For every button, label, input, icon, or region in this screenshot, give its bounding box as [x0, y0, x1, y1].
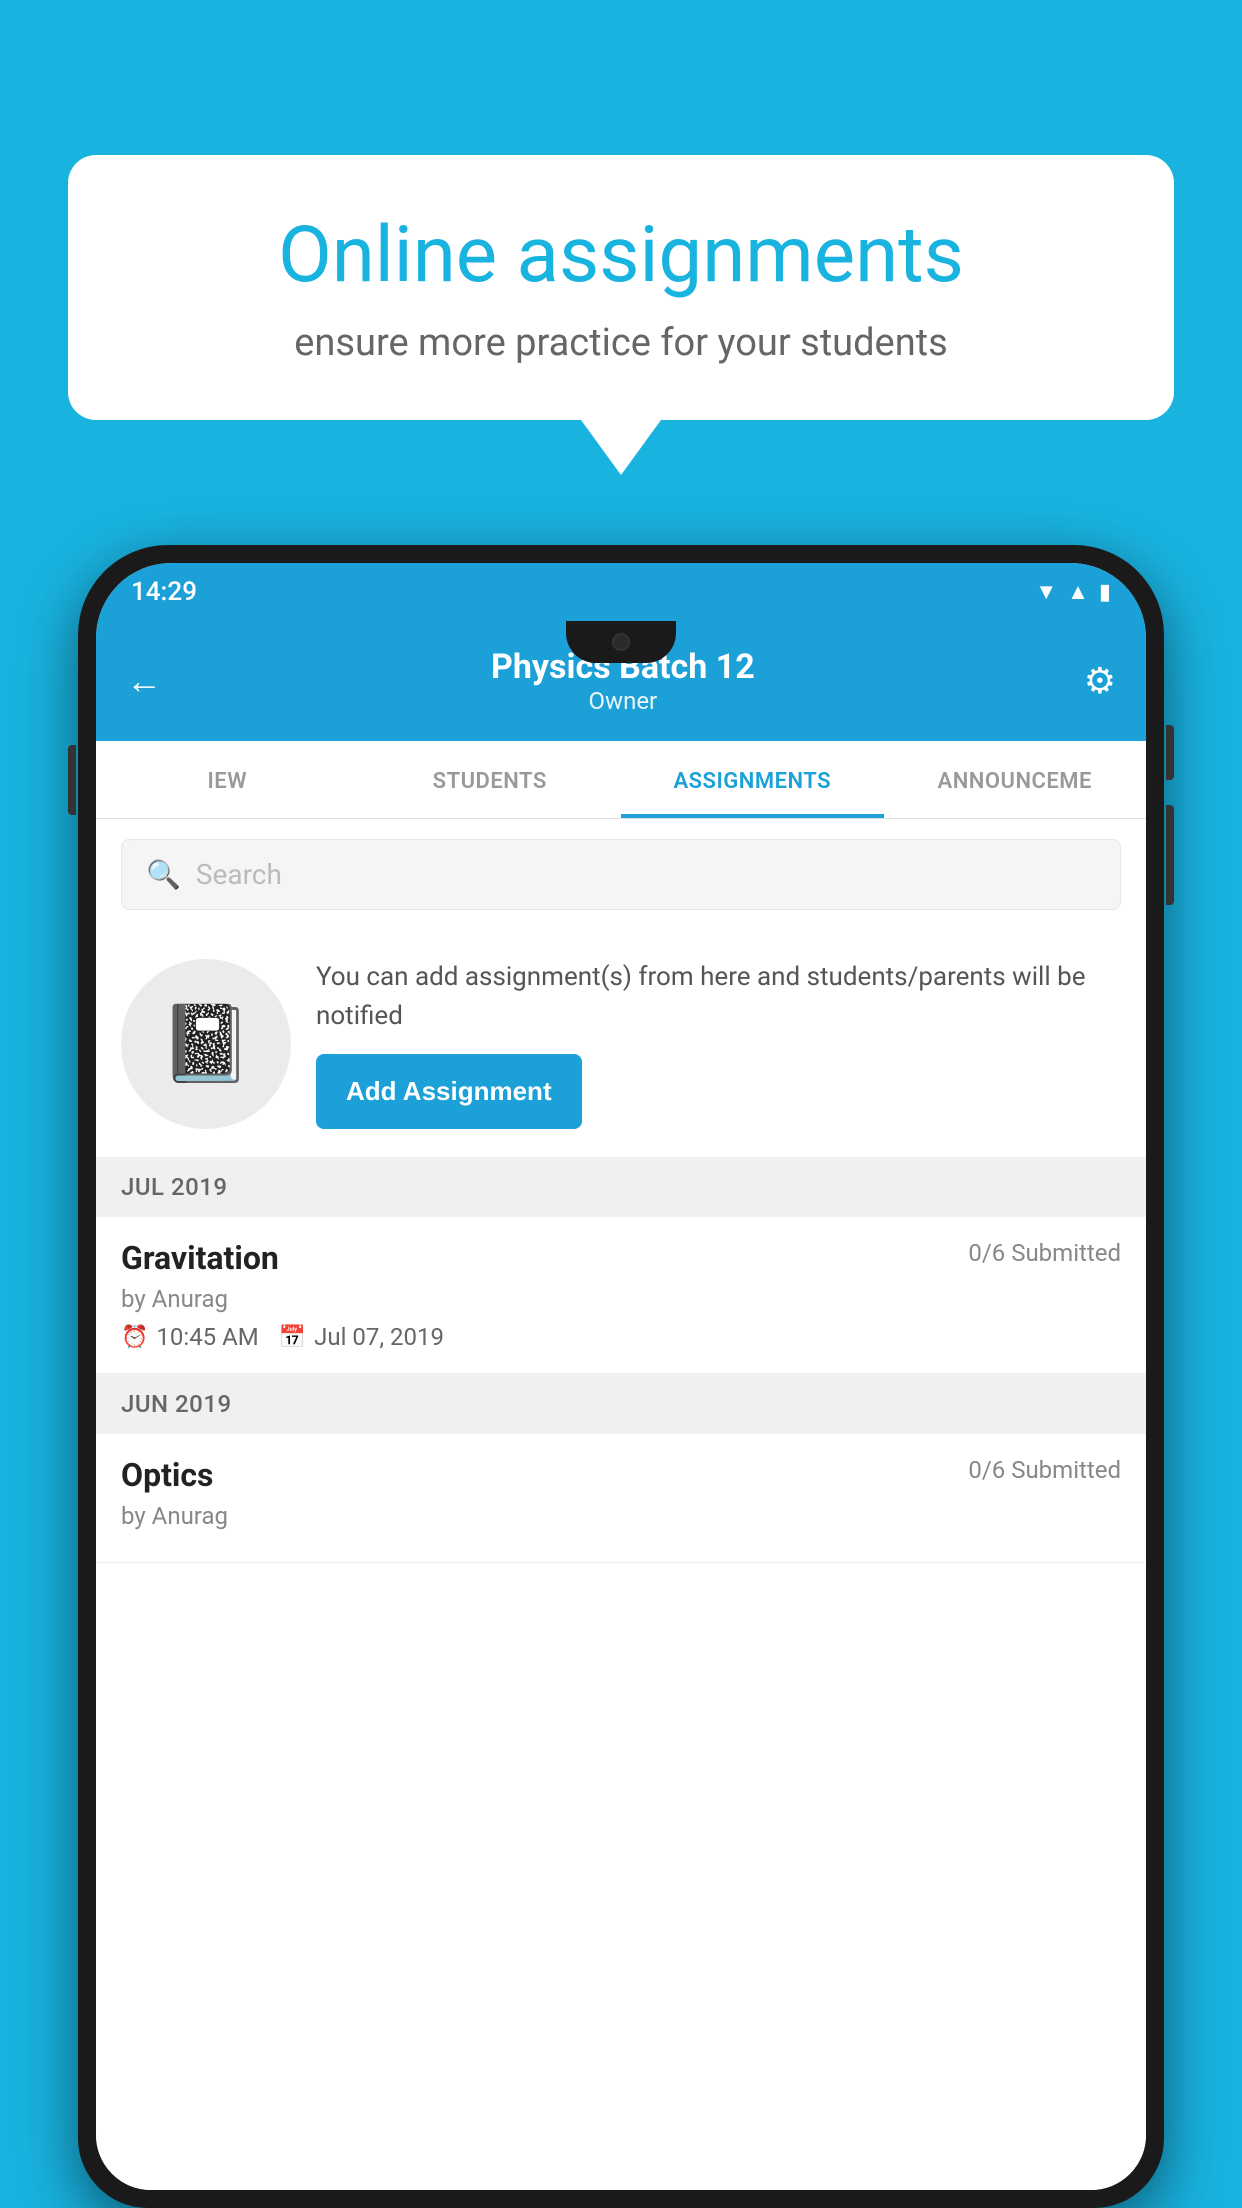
- assignment-title-gravitation: Gravitation: [121, 1239, 279, 1277]
- add-assignment-button[interactable]: Add Assignment: [316, 1054, 582, 1129]
- phone-notch: [566, 621, 676, 663]
- section-jul-2019: JUL 2019: [96, 1157, 1146, 1217]
- power-button: [1166, 725, 1174, 780]
- clock-icon: ⏰: [121, 1325, 148, 1350]
- signal-icon: ▲: [1067, 579, 1089, 605]
- tab-announcements[interactable]: ANNOUNCEME: [884, 741, 1147, 818]
- battery-icon: ▮: [1099, 580, 1111, 605]
- section-jul-label: JUL 2019: [121, 1173, 228, 1201]
- time-value-gravitation: 10:45 AM: [156, 1323, 258, 1351]
- assignment-submitted-gravitation: 0/6 Submitted: [968, 1239, 1121, 1267]
- speech-bubble-title: Online assignments: [133, 210, 1109, 301]
- assignment-gravitation[interactable]: Gravitation 0/6 Submitted by Anurag ⏰ 10…: [96, 1217, 1146, 1374]
- speech-bubble-container: Online assignments ensure more practice …: [68, 155, 1174, 475]
- promo-description: You can add assignment(s) from here and …: [316, 958, 1121, 1036]
- tabs-bar: IEW STUDENTS ASSIGNMENTS ANNOUNCEME: [96, 741, 1146, 819]
- phone-frame: 14:29 ▼ ▲ ▮ ← Physics Batch 12 Owner ⚙ I…: [78, 545, 1164, 2208]
- status-bar: 14:29 ▼ ▲ ▮: [96, 563, 1146, 621]
- assignment-top-row: Gravitation 0/6 Submitted: [121, 1239, 1121, 1277]
- tab-students[interactable]: STUDENTS: [359, 741, 622, 818]
- promo-right: You can add assignment(s) from here and …: [316, 958, 1121, 1129]
- search-container: 🔍 Search: [96, 819, 1146, 930]
- notebook-icon: 📓: [159, 1000, 252, 1088]
- assignment-author-gravitation: by Anurag: [121, 1285, 1121, 1313]
- assignment-date-gravitation: 📅 Jul 07, 2019: [279, 1323, 444, 1351]
- wifi-icon: ▼: [1035, 579, 1057, 605]
- search-placeholder[interactable]: Search: [196, 858, 282, 891]
- status-icons: ▼ ▲ ▮: [1035, 579, 1111, 605]
- volume-down-button: [1166, 805, 1174, 905]
- assignment-optics[interactable]: Optics 0/6 Submitted by Anurag: [96, 1434, 1146, 1563]
- calendar-icon: 📅: [279, 1325, 306, 1350]
- status-time: 14:29: [131, 577, 197, 607]
- settings-button[interactable]: ⚙: [1084, 660, 1116, 702]
- speech-bubble-subtitle: ensure more practice for your students: [133, 321, 1109, 365]
- camera: [612, 633, 630, 651]
- speech-bubble-arrow: [581, 420, 661, 475]
- assignment-top-row-optics: Optics 0/6 Submitted: [121, 1456, 1121, 1494]
- speech-bubble: Online assignments ensure more practice …: [68, 155, 1174, 420]
- promo-block: 📓 You can add assignment(s) from here an…: [96, 930, 1146, 1157]
- section-jun-label: JUN 2019: [121, 1390, 232, 1418]
- assignment-meta-gravitation: ⏰ 10:45 AM 📅 Jul 07, 2019: [121, 1323, 1121, 1351]
- tab-overview[interactable]: IEW: [96, 741, 359, 818]
- content-area: 🔍 Search 📓 You can add assignment(s) fro…: [96, 819, 1146, 2190]
- assignment-author-optics: by Anurag: [121, 1502, 1121, 1530]
- assignment-title-optics: Optics: [121, 1456, 213, 1494]
- date-value-gravitation: Jul 07, 2019: [314, 1323, 444, 1351]
- phone-screen: 14:29 ▼ ▲ ▮ ← Physics Batch 12 Owner ⚙ I…: [96, 563, 1146, 2190]
- assignment-time-gravitation: ⏰ 10:45 AM: [121, 1323, 259, 1351]
- back-button[interactable]: ←: [126, 660, 162, 702]
- search-icon: 🔍: [146, 858, 181, 891]
- batch-subtitle: Owner: [491, 687, 755, 715]
- assignment-submitted-optics: 0/6 Submitted: [968, 1456, 1121, 1484]
- volume-button: [68, 745, 76, 815]
- promo-icon-circle: 📓: [121, 959, 291, 1129]
- search-bar[interactable]: 🔍 Search: [121, 839, 1121, 910]
- section-jun-2019: JUN 2019: [96, 1374, 1146, 1434]
- tab-assignments[interactable]: ASSIGNMENTS: [621, 741, 884, 818]
